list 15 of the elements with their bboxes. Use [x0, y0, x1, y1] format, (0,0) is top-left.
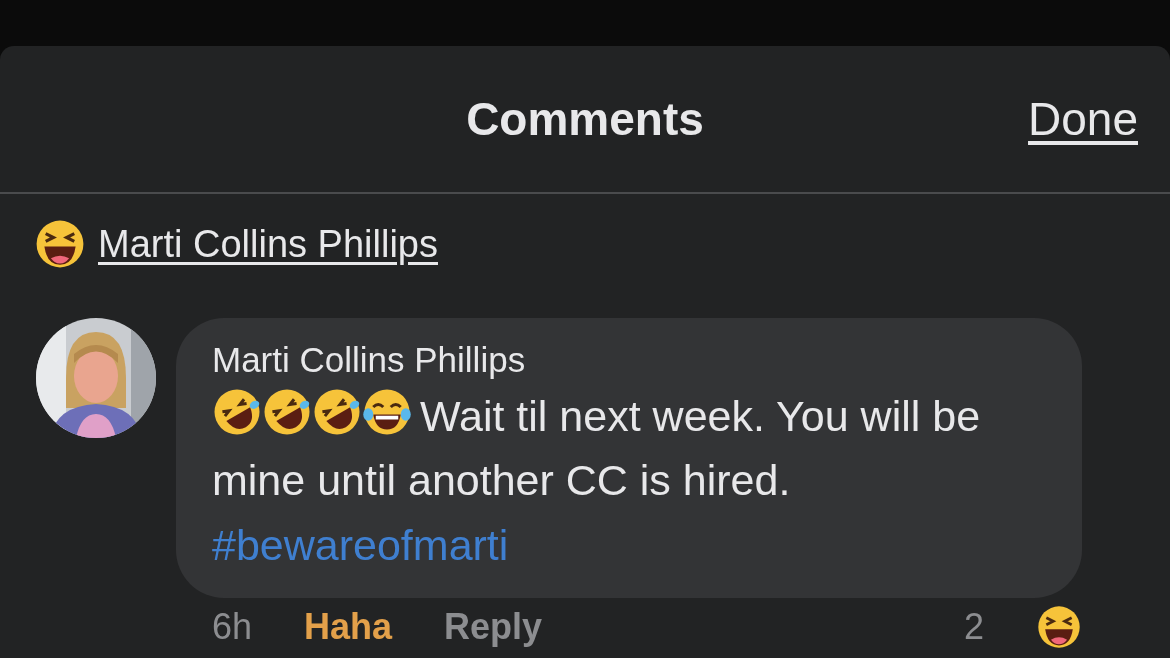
comment-time: 6h	[212, 606, 253, 648]
comment-author: Marti Collins Phillips	[212, 340, 527, 380]
crying-laughing-emoji-icon	[362, 387, 412, 437]
haha-button[interactable]: Haha	[304, 606, 393, 648]
comment-text: Wait til next week. You will be mine until another CC is hired.	[212, 384, 982, 512]
laughing-face-icon	[34, 218, 86, 270]
rolling-laughing-emoji-icon	[262, 387, 312, 437]
laughing-face-icon	[1036, 604, 1082, 650]
rolling-laughing-emoji-icon	[212, 387, 262, 437]
sheet-title: Comments	[466, 92, 704, 146]
done-link[interactable]: Done	[1028, 92, 1138, 146]
rolling-laughing-emoji-icon	[312, 387, 362, 437]
reaction-count: 2	[963, 606, 984, 648]
reactor-name-link[interactable]: Marti Collins Phillips	[98, 222, 438, 266]
reply-button[interactable]: Reply	[444, 606, 543, 648]
